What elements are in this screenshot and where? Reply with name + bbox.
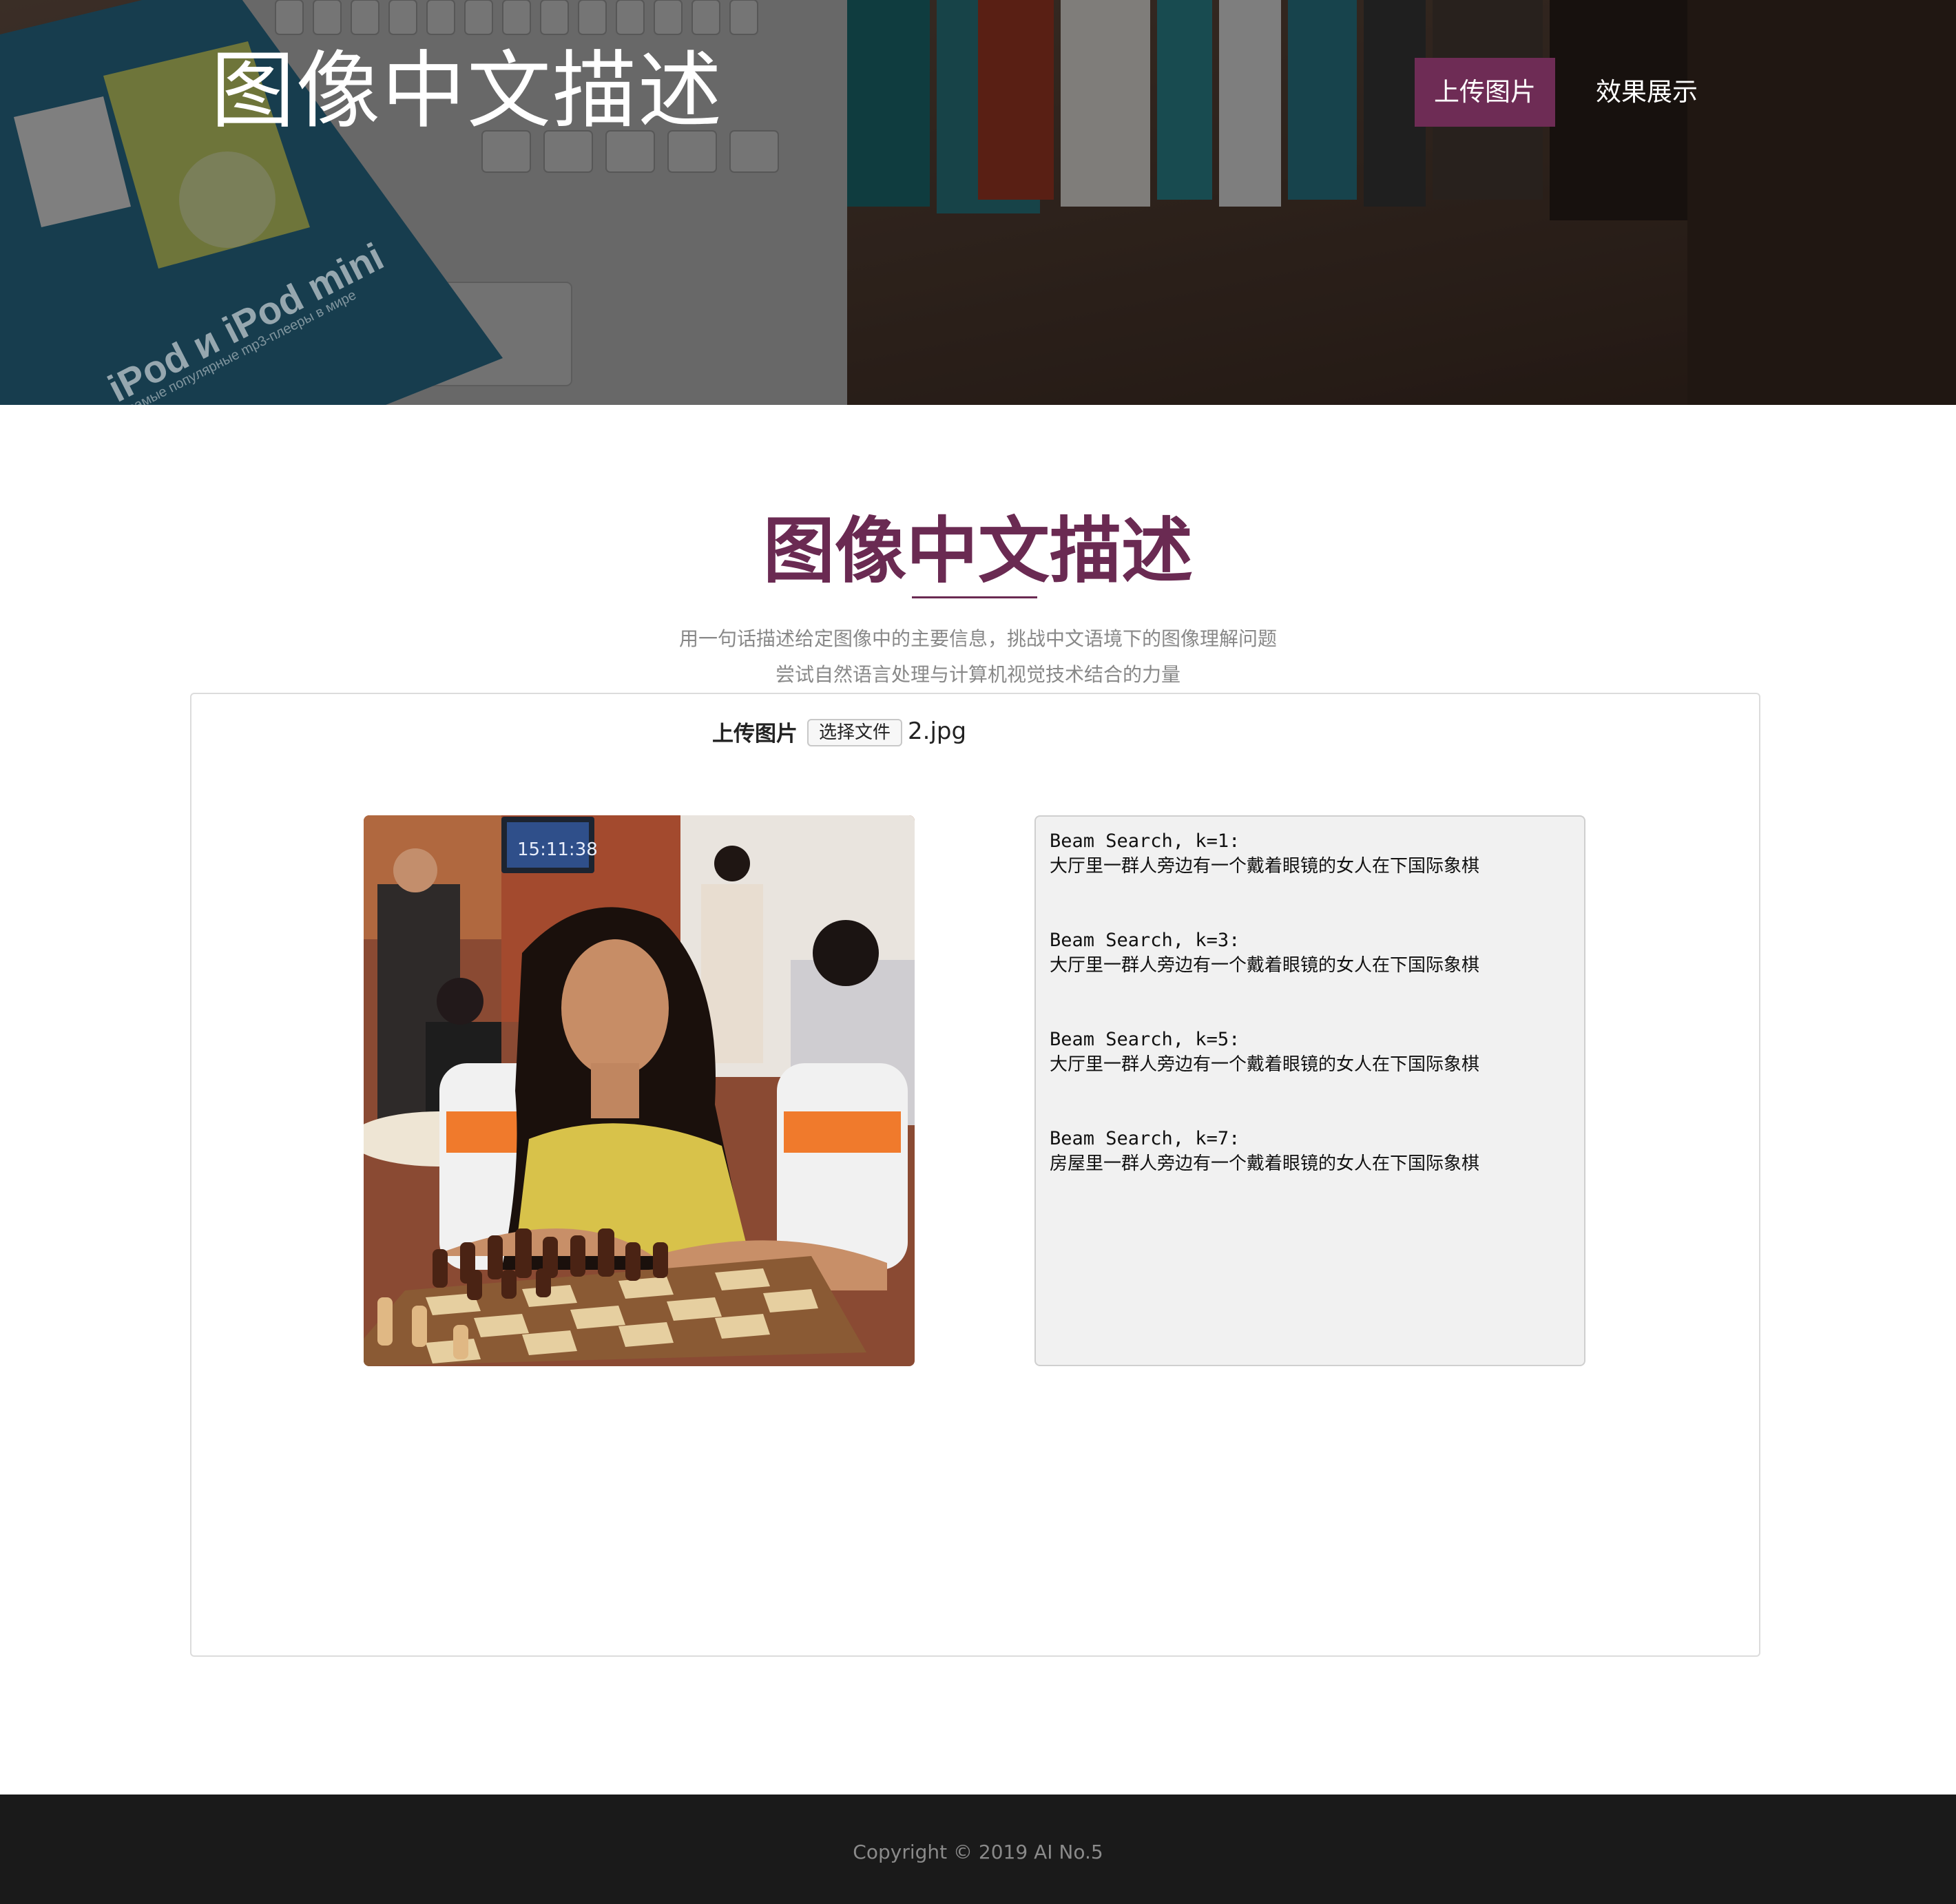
subtitle-line-2: 尝试自然语言处理与计算机视觉技术结合的力量 (775, 663, 1180, 686)
caption-text: 大厅里一群人旁边有一个戴着眼镜的女人在下国际象棋 (1050, 856, 1480, 877)
title-underline (912, 596, 1037, 598)
site-title[interactable]: 图像中文描述 (211, 43, 723, 139)
caption-text: 大厅里一群人旁边有一个戴着眼镜的女人在下国际象棋 (1050, 955, 1480, 976)
copyright-text: Copyright © 2019 AI No.5 (853, 1841, 1103, 1863)
caption-heading: Beam Search, k=1: (1050, 830, 1240, 852)
caption-item: Beam Search, k=1: 大厅里一群人旁边有一个戴着眼镜的女人在下国际… (1050, 829, 1570, 879)
selected-file-name: 2.jpg (908, 718, 967, 745)
caption-text: 大厅里一群人旁边有一个戴着眼镜的女人在下国际象棋 (1050, 1054, 1480, 1075)
caption-heading: Beam Search, k=3: (1050, 930, 1240, 951)
choose-file-button[interactable]: 选择文件 (807, 719, 902, 746)
header-banner: iPod и iPod mini самые популярные mp3-пл… (0, 0, 1956, 405)
caption-heading: Beam Search, k=7: (1050, 1128, 1240, 1149)
caption-item: Beam Search, k=7: 房屋里一群人旁边有一个戴着眼镜的女人在下国际… (1050, 1127, 1570, 1176)
chess-player-photo: 15:11:38 (364, 815, 915, 1366)
caption-item: Beam Search, k=3: 大厅里一群人旁边有一个戴着眼镜的女人在下国际… (1050, 928, 1570, 978)
caption-output-box[interactable]: Beam Search, k=1: 大厅里一群人旁边有一个戴着眼镜的女人在下国际… (1034, 815, 1585, 1366)
caption-text: 房屋里一群人旁边有一个戴着眼镜的女人在下国际象棋 (1050, 1153, 1480, 1174)
caption-heading: Beam Search, k=5: (1050, 1029, 1240, 1050)
uploaded-image: 15:11:38 (364, 815, 915, 1366)
section-title: 图像中文描述 (762, 509, 1193, 593)
tv-clock-text: 15:11:38 (517, 839, 598, 860)
nav-demo-link[interactable]: 效果展示 (1581, 58, 1712, 127)
nav-upload-button[interactable]: 上传图片 (1415, 58, 1555, 127)
caption-item: Beam Search, k=5: 大厅里一群人旁边有一个戴着眼镜的女人在下国际… (1050, 1027, 1570, 1077)
subtitle-line-1: 用一句话描述给定图像中的主要信息，挑战中文语境下的图像理解问题 (678, 627, 1277, 650)
upload-label: 上传图片 (712, 722, 798, 746)
